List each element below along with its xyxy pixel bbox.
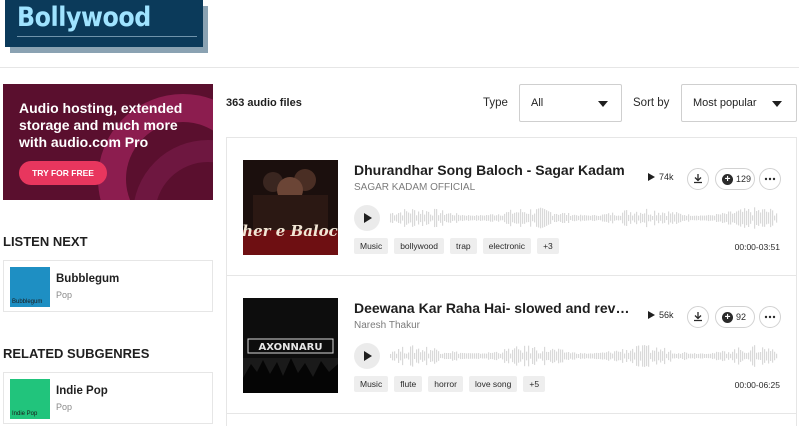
play-count-value: 56k [659, 310, 674, 320]
track-artwork[interactable]: Sher e Baloch [243, 160, 338, 255]
tag-list: Music flute horror love song +5 [354, 376, 546, 392]
sort-select-value: Most popular [693, 97, 757, 109]
play-icon [648, 173, 655, 181]
chevron-down-icon [598, 101, 608, 107]
playlist-name[interactable]: Bubblegum [56, 273, 119, 285]
play-count: 56k [648, 310, 674, 320]
tag[interactable]: trap [450, 238, 477, 254]
subgenre-name[interactable]: Indie Pop [56, 385, 108, 397]
promo-text: Audio hosting, extended storage and much… [19, 100, 183, 150]
track-title[interactable]: Deewana Kar Raha Hai- slowed and reverb [354, 300, 636, 316]
waveform-play-button[interactable] [354, 343, 380, 369]
tag[interactable]: horror [428, 376, 463, 392]
page-title: Bollywood [17, 2, 151, 33]
album-art-text: Sher e Baloch [243, 222, 338, 240]
try-for-free-button[interactable]: TRY FOR FREE [19, 161, 107, 185]
like-count: 129 [736, 174, 752, 184]
related-subgenre-card[interactable]: Indie Pop Indie Pop Pop [3, 372, 213, 424]
track-row[interactable]: Sher e Baloch Dhurandhar Song Baloch - S… [227, 138, 796, 276]
related-subgenres-heading: RELATED SUBGENRES [3, 346, 150, 361]
genre-banner: Bollywood [5, 0, 203, 47]
more-tags[interactable]: +5 [523, 376, 546, 392]
play-icon [648, 311, 655, 319]
download-button[interactable] [687, 306, 709, 328]
album-art-image: Sher e Baloch [243, 160, 338, 255]
listen-next-heading: LISTEN NEXT [3, 234, 88, 249]
header-area: Bollywood [0, 0, 799, 68]
playlist-genre: Pop [56, 290, 73, 300]
play-count-value: 74k [659, 172, 674, 182]
plus-icon: + [722, 174, 733, 185]
album-art-image: AXONNARU [243, 298, 338, 393]
tag[interactable]: Music [354, 376, 389, 392]
tag[interactable]: electronic [482, 238, 532, 254]
thumbnail-label: Bubblegum [12, 299, 43, 305]
tag[interactable]: flute [394, 376, 423, 392]
sort-select[interactable]: Most popular [681, 84, 797, 122]
listen-next-card[interactable]: Bubblegum Bubblegum Pop [3, 260, 213, 312]
download-button[interactable] [687, 168, 709, 190]
tag[interactable]: Music [354, 238, 389, 254]
thumbnail-label: Indie Pop [12, 411, 38, 417]
waveform[interactable] [390, 344, 778, 368]
waveform-play-button[interactable] [354, 205, 380, 231]
add-to-collection-button[interactable]: + 92 [715, 306, 755, 328]
banner-underline [17, 36, 197, 37]
play-count: 74k [648, 172, 674, 182]
more-icon [764, 177, 776, 181]
more-tags[interactable]: +3 [537, 238, 559, 254]
more-options-button[interactable] [759, 168, 781, 190]
plus-icon: + [722, 312, 733, 323]
pro-promo-banner[interactable]: Audio hosting, extended storage and much… [3, 84, 213, 200]
subgenre-genre: Pop [56, 402, 73, 412]
subgenre-thumbnail: Indie Pop [10, 379, 50, 419]
download-icon [694, 174, 702, 184]
playlist-thumbnail: Bubblegum [10, 267, 50, 307]
track-duration: 00:00-06:25 [734, 380, 780, 390]
track-artist[interactable]: Naresh Thakur [354, 320, 420, 331]
tag[interactable]: love song [468, 376, 518, 392]
waveform[interactable] [390, 206, 778, 230]
tag[interactable]: bollywood [394, 238, 445, 254]
audio-file-count: 363 audio files [226, 97, 302, 109]
add-to-collection-button[interactable]: + 129 [715, 168, 755, 190]
download-icon [694, 312, 702, 322]
track-artwork[interactable]: AXONNARU [243, 298, 338, 393]
tag-list: Music bollywood trap electronic +3 [354, 238, 559, 254]
type-select-value: All [531, 97, 544, 109]
more-icon [764, 315, 776, 319]
track-list: Sher e Baloch Dhurandhar Song Baloch - S… [226, 137, 797, 426]
track-duration: 00:00-03:51 [734, 242, 780, 252]
chevron-down-icon [772, 101, 782, 107]
track-title[interactable]: Dhurandhar Song Baloch - Sagar Kadam [354, 162, 636, 178]
sort-label: Sort by [633, 97, 670, 109]
track-artist[interactable]: SAGAR KADAM OFFICIAL [354, 182, 475, 193]
type-label: Type [483, 97, 508, 109]
album-art-text: AXONNARU [259, 342, 323, 353]
like-count: 92 [736, 312, 747, 322]
more-options-button[interactable] [759, 306, 781, 328]
type-select[interactable]: All [519, 84, 622, 122]
track-row[interactable]: AXONNARU Deewana Kar Raha Hai- slowed an… [227, 276, 796, 414]
